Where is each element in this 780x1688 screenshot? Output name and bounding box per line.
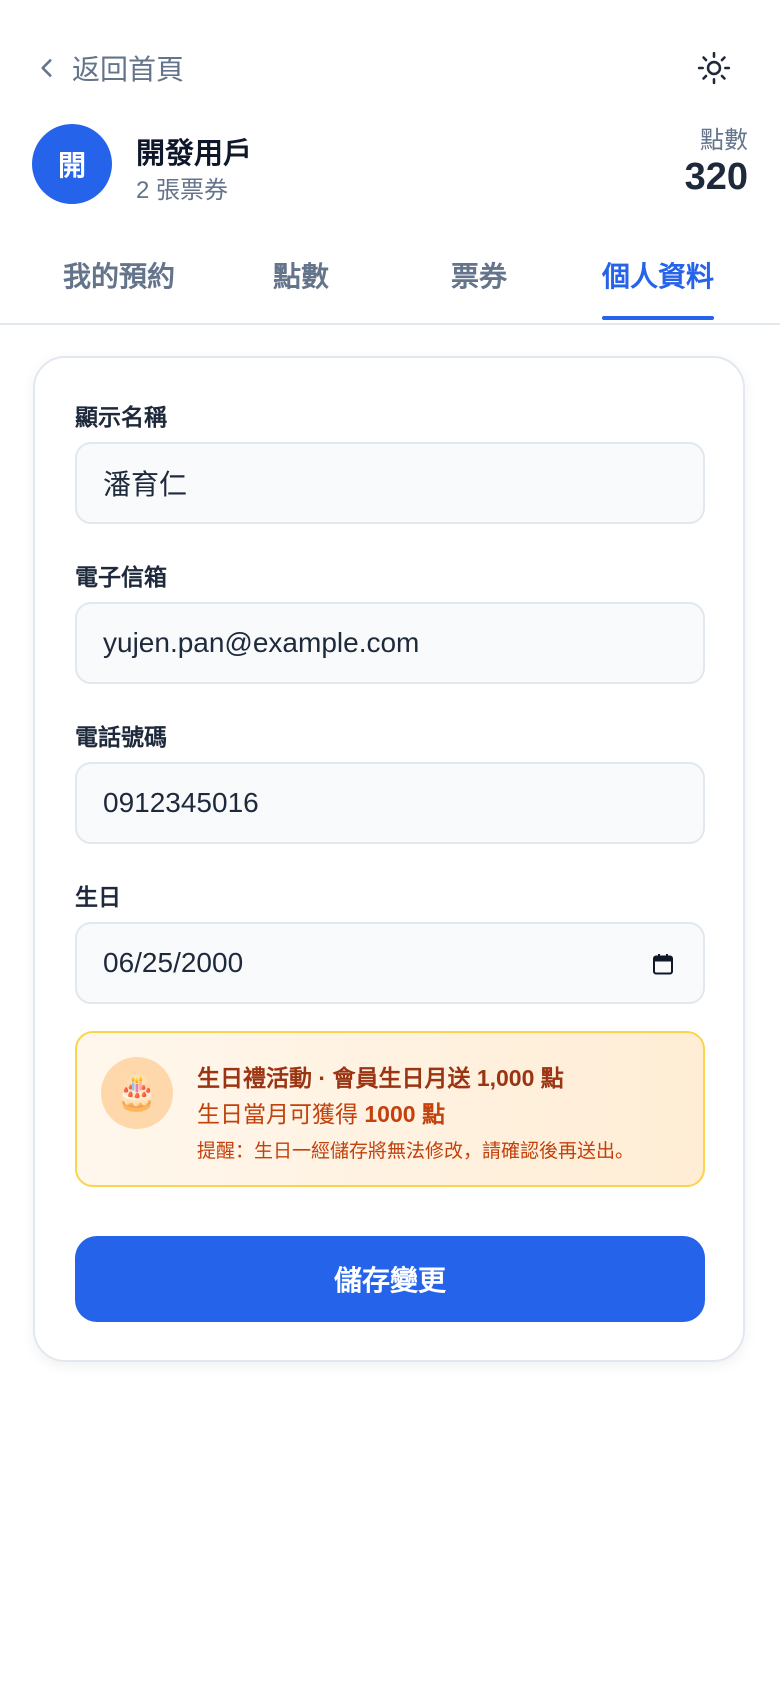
- tab-my-reservations[interactable]: 我的預約: [62, 240, 176, 310]
- tab-profile[interactable]: 個人資料: [602, 240, 714, 320]
- phone-input[interactable]: [103, 787, 677, 819]
- tab-tickets[interactable]: 票券: [450, 240, 508, 310]
- profile-form-card: 顯示名稱 電子信箱 電話號碼 生日 🎂 生日禮活動 · 會員生日月送 1,000…: [33, 356, 745, 1362]
- birthday-label: 生日: [75, 884, 121, 910]
- save-changes-button[interactable]: 儲存變更: [75, 1236, 705, 1322]
- ticket-count: 2 張票券: [136, 177, 229, 204]
- promo-subtitle: 生日當月可獲得 1000 點: [197, 1095, 445, 1129]
- back-to-home-link[interactable]: 返回首頁: [34, 48, 184, 88]
- phone-label: 電話號碼: [75, 724, 167, 750]
- avatar: 開: [32, 124, 112, 204]
- points-label: 點數: [700, 127, 748, 154]
- birthday-field[interactable]: [75, 922, 705, 1004]
- tab-points[interactable]: 點數: [272, 240, 330, 310]
- back-label: 返回首頁: [72, 54, 185, 85]
- top-bar: 返回首頁: [0, 0, 780, 120]
- promo-note: 提醒：生日一經儲存將無法修改，請確認後再送出。: [197, 1141, 635, 1162]
- promo-points: 1000 點: [364, 1101, 445, 1127]
- profile-header: 開 開發用戶 2 張票券 點數 320: [0, 120, 780, 220]
- theme-toggle-button[interactable]: [694, 48, 734, 88]
- display-name-input[interactable]: [103, 467, 677, 499]
- birthday-cake-icon: 🎂: [101, 1057, 173, 1129]
- chevron-left-icon: [41, 59, 52, 77]
- points-value: 320: [684, 156, 748, 198]
- tab-bar: 我的預約 點數 票券 個人資料: [0, 240, 780, 325]
- birthday-promo-banner: 🎂 生日禮活動 · 會員生日月送 1,000 點 生日當月可獲得 1000 點 …: [75, 1031, 705, 1187]
- promo-title: 生日禮活動 · 會員生日月送 1,000 點: [197, 1065, 564, 1091]
- birthday-input[interactable]: [103, 947, 677, 979]
- email-field[interactable]: [75, 602, 705, 684]
- calendar-icon[interactable]: [651, 952, 675, 976]
- email-input[interactable]: [103, 627, 677, 659]
- sun-icon: [697, 51, 731, 85]
- promo-subtitle-prefix: 生日當月可獲得: [197, 1101, 365, 1127]
- email-label: 電子信箱: [75, 564, 167, 590]
- phone-field[interactable]: [75, 762, 705, 844]
- display-name-field[interactable]: [75, 442, 705, 524]
- user-name: 開發用戶: [136, 138, 253, 170]
- display-name-label: 顯示名稱: [75, 404, 167, 430]
